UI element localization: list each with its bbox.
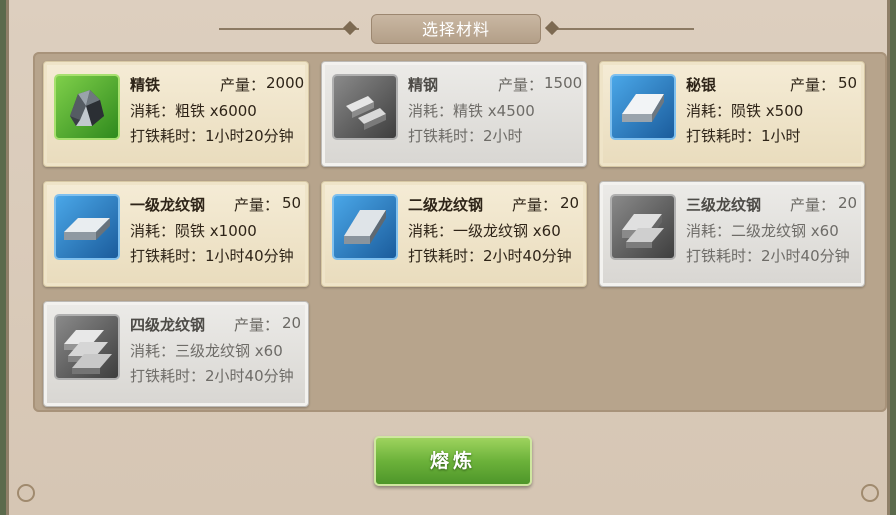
dragon-steel-1-icon <box>54 194 120 260</box>
material-card-jinggang[interactable]: 精钢 产量： 1500 消耗：精铁 x4500 打铁耗时：2小时 <box>321 61 587 167</box>
title-diamond-right <box>544 20 560 36</box>
time-text: 打铁耗时：2小时40分钟 <box>408 247 572 265</box>
cost-text: 消耗：二级龙纹钢 x60 <box>686 222 839 240</box>
yield-label: 产量： <box>220 76 266 94</box>
cost-text: 消耗：陨铁 x1000 <box>130 222 257 240</box>
dragon-steel-2-icon <box>332 194 398 260</box>
time-text: 打铁耗时：1小时 <box>686 127 801 145</box>
material-card-dragon-steel-4[interactable]: 四级龙纹钢 产量： 20 消耗：三级龙纹钢 x60 打铁耗时：2小时40分钟 <box>43 301 309 407</box>
yield-value: 1500 <box>544 74 583 92</box>
material-name: 精铁 <box>130 76 161 94</box>
cost-text: 消耗：粗铁 x6000 <box>130 102 257 120</box>
steel-bars-icon <box>332 74 398 140</box>
title-line-right <box>554 28 694 30</box>
material-card-dragon-steel-3[interactable]: 三级龙纹钢 产量： 20 消耗：二级龙纹钢 x60 打铁耗时：2小时40分钟 <box>599 181 865 287</box>
yield-value: 2000 <box>266 74 305 92</box>
material-card-dragon-steel-2[interactable]: 二级龙纹钢 产量： 20 消耗：一级龙纹钢 x60 打铁耗时：2小时40分钟 <box>321 181 587 287</box>
title-line-left <box>219 28 359 30</box>
material-card-miyin[interactable]: 秘银 产量： 50 消耗：陨铁 x500 打铁耗时：1小时 <box>599 61 865 167</box>
dragon-steel-3-icon <box>610 194 676 260</box>
material-name: 二级龙纹钢 <box>408 196 484 214</box>
cost-text: 消耗：一级龙纹钢 x60 <box>408 222 561 240</box>
yield-value: 50 <box>838 74 858 92</box>
materials-panel: 精铁 产量： 2000 消耗：粗铁 x6000 打铁耗时：1小时20分钟 精钢 … <box>33 52 887 412</box>
yield-value: 20 <box>838 194 858 212</box>
dialog-title: 选择材料 <box>371 14 541 44</box>
yield-label: 产量： <box>498 76 544 94</box>
cost-text: 消耗：精铁 x4500 <box>408 102 535 120</box>
material-name: 秘银 <box>686 76 717 94</box>
time-text: 打铁耗时：2小时 <box>408 127 523 145</box>
material-name: 精钢 <box>408 76 439 94</box>
yield-label: 产量： <box>234 196 280 214</box>
yield-label: 产量： <box>234 316 280 334</box>
yield-label: 产量： <box>790 76 836 94</box>
material-card-dragon-steel-1[interactable]: 一级龙纹钢 产量： 50 消耗：陨铁 x1000 打铁耗时：1小时40分钟 <box>43 181 309 287</box>
material-name: 三级龙纹钢 <box>686 196 762 214</box>
time-text: 打铁耗时：1小时20分钟 <box>130 127 294 145</box>
cost-text: 消耗：陨铁 x500 <box>686 102 804 120</box>
title-diamond-left <box>342 20 358 36</box>
cost-text: 消耗：三级龙纹钢 x60 <box>130 342 283 360</box>
time-text: 打铁耗时：1小时40分钟 <box>130 247 294 265</box>
material-card-jingtie[interactable]: 精铁 产量： 2000 消耗：粗铁 x6000 打铁耗时：1小时20分钟 <box>43 61 309 167</box>
yield-value: 20 <box>282 314 302 332</box>
iron-ore-icon <box>54 74 120 140</box>
time-text: 打铁耗时：2小时40分钟 <box>686 247 850 265</box>
dragon-steel-4-icon <box>54 314 120 380</box>
smelt-button[interactable]: 熔炼 <box>374 436 532 486</box>
time-text: 打铁耗时：2小时40分钟 <box>130 367 294 385</box>
material-name: 四级龙纹钢 <box>130 316 206 334</box>
yield-label: 产量： <box>790 196 836 214</box>
yield-label: 产量： <box>512 196 558 214</box>
yield-value: 50 <box>282 194 302 212</box>
corner-ornament-right <box>861 484 879 502</box>
corner-ornament-left <box>17 484 35 502</box>
title-bar: 选择材料 <box>9 14 893 44</box>
mithril-ingot-icon <box>610 74 676 140</box>
yield-value: 20 <box>560 194 580 212</box>
material-name: 一级龙纹钢 <box>130 196 206 214</box>
